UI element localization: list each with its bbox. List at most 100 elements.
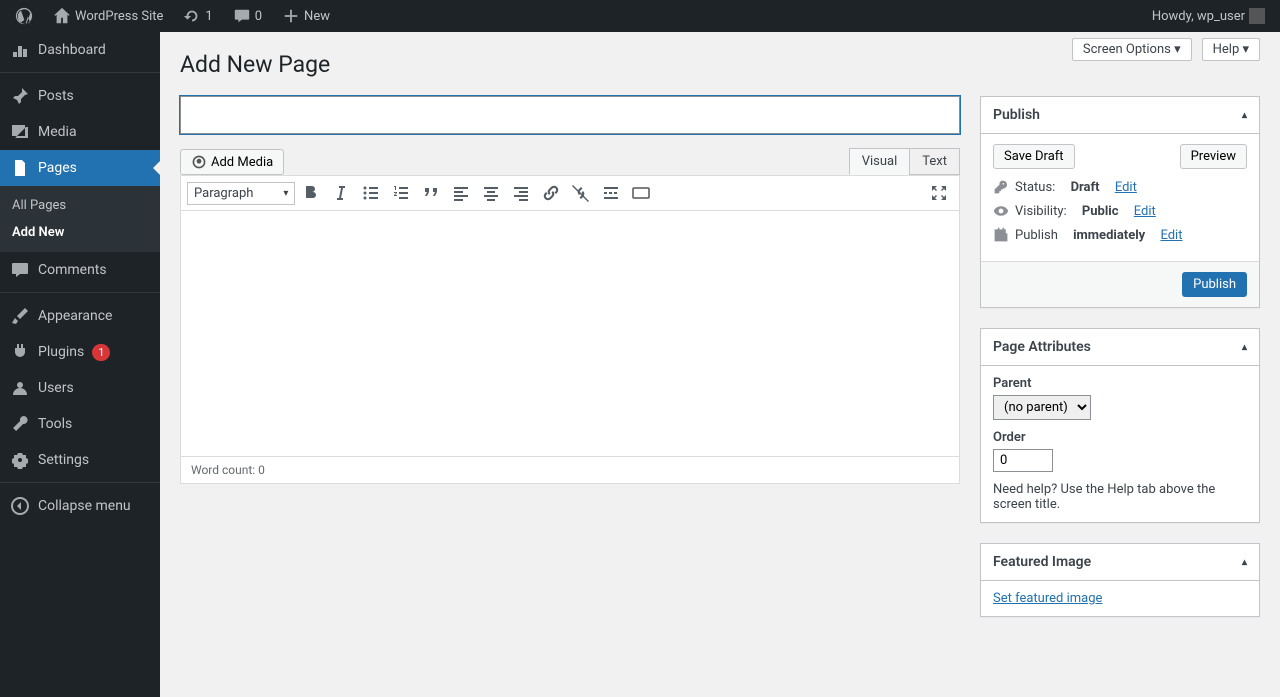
site-link[interactable]: WordPress Site xyxy=(46,0,170,32)
read-more-button[interactable] xyxy=(597,179,625,207)
page-title-input[interactable] xyxy=(180,96,960,134)
page-attributes-metabox: Page Attributes▴ Parent (no parent) Orde… xyxy=(980,328,1260,523)
plugins-badge: 1 xyxy=(92,344,110,361)
screen-options-tab[interactable]: Screen Options ▾ xyxy=(1072,38,1192,61)
featured-image-metabox: Featured Image▴ Set featured image xyxy=(980,543,1260,617)
fullscreen-icon xyxy=(929,183,949,203)
featured-image-header[interactable]: Featured Image▴ xyxy=(981,544,1259,581)
tools-icon xyxy=(10,414,30,434)
menu-tools[interactable]: Tools xyxy=(0,406,160,442)
help-tab[interactable]: Help ▾ xyxy=(1202,38,1260,61)
collapse-menu[interactable]: Collapse menu xyxy=(0,488,160,524)
italic-button[interactable] xyxy=(327,179,355,207)
menu-settings[interactable]: Settings xyxy=(0,442,160,478)
menu-pages[interactable]: Pages xyxy=(0,150,160,186)
admin-sidebar: Dashboard Posts Media Pages All Pages Ad… xyxy=(0,32,160,697)
link-button[interactable] xyxy=(537,179,565,207)
schedule-line: Publish immediately Edit xyxy=(993,227,1247,243)
media-icon xyxy=(191,154,207,170)
number-list-button[interactable] xyxy=(387,179,415,207)
menu-posts[interactable]: Posts xyxy=(0,78,160,114)
key-icon xyxy=(993,179,1009,195)
order-label: Order xyxy=(993,430,1247,445)
set-featured-image-link[interactable]: Set featured image xyxy=(993,591,1102,606)
align-right-icon xyxy=(511,183,531,203)
publish-button[interactable]: Publish xyxy=(1182,272,1247,297)
update-icon xyxy=(183,7,201,25)
menu-users[interactable]: Users xyxy=(0,370,160,406)
parent-select[interactable]: (no parent) xyxy=(993,395,1091,420)
editor-textarea[interactable] xyxy=(181,211,959,456)
word-count: Word count: 0 xyxy=(181,456,959,483)
menu-dashboard[interactable]: Dashboard xyxy=(0,32,160,68)
plus-icon xyxy=(282,7,300,25)
read-more-icon xyxy=(601,183,621,203)
submenu-add-new[interactable]: Add New xyxy=(0,219,160,246)
chevron-up-icon: ▴ xyxy=(1242,342,1247,353)
bold-icon xyxy=(301,183,321,203)
menu-plugins[interactable]: Plugins1 xyxy=(0,334,160,370)
edit-visibility-link[interactable]: Edit xyxy=(1134,204,1156,219)
collapse-icon xyxy=(10,496,30,516)
pages-submenu: All Pages Add New xyxy=(0,186,160,252)
page-icon xyxy=(10,158,30,178)
edit-schedule-link[interactable]: Edit xyxy=(1160,228,1182,243)
attributes-help-note: Need help? Use the Help tab above the sc… xyxy=(993,482,1247,512)
settings-icon xyxy=(10,450,30,470)
italic-icon xyxy=(331,183,351,203)
submenu-all-pages[interactable]: All Pages xyxy=(0,192,160,219)
add-media-button[interactable]: Add Media xyxy=(180,149,284,175)
menu-appearance[interactable]: Appearance xyxy=(0,298,160,334)
page-attributes-header[interactable]: Page Attributes▴ xyxy=(981,329,1259,366)
keyboard-icon xyxy=(631,183,651,203)
menu-comments[interactable]: Comments xyxy=(0,252,160,288)
dashboard-icon xyxy=(10,40,30,60)
admin-topbar: WordPress Site 1 0 New Howdy, wp_user xyxy=(0,0,1280,32)
save-draft-button[interactable]: Save Draft xyxy=(993,144,1075,169)
list-ul-icon xyxy=(361,183,381,203)
parent-label: Parent xyxy=(993,376,1247,391)
align-left-icon xyxy=(451,183,471,203)
editor-text-tab[interactable]: Text xyxy=(909,148,960,175)
visibility-line: Visibility: Public Edit xyxy=(993,203,1247,219)
wordpress-icon xyxy=(15,7,33,25)
publish-metabox: Publish▴ Save Draft Preview Status: Draf… xyxy=(980,96,1260,308)
blockquote-button[interactable] xyxy=(417,179,445,207)
chevron-up-icon: ▴ xyxy=(1242,110,1247,121)
toolbar-toggle-button[interactable] xyxy=(627,179,655,207)
wp-logo[interactable] xyxy=(8,0,40,32)
plugin-icon xyxy=(10,342,30,362)
align-center-button[interactable] xyxy=(477,179,505,207)
edit-status-link[interactable]: Edit xyxy=(1115,180,1137,195)
pin-icon xyxy=(10,86,30,106)
users-icon xyxy=(10,378,30,398)
fullscreen-button[interactable] xyxy=(925,179,953,207)
publish-metabox-header[interactable]: Publish▴ xyxy=(981,97,1259,134)
comments-link[interactable]: 0 xyxy=(226,0,269,32)
comment-icon xyxy=(233,7,251,25)
editor-visual-tab[interactable]: Visual xyxy=(849,148,911,175)
new-content-link[interactable]: New xyxy=(275,0,337,32)
align-right-button[interactable] xyxy=(507,179,535,207)
format-select[interactable]: Paragraph▾ xyxy=(187,182,295,205)
eye-icon xyxy=(993,203,1009,219)
user-greeting[interactable]: Howdy, wp_user xyxy=(1145,0,1272,32)
link-icon xyxy=(541,183,561,203)
avatar xyxy=(1249,8,1265,24)
calendar-icon xyxy=(993,227,1009,243)
status-line: Status: Draft Edit xyxy=(993,179,1247,195)
unlink-button[interactable] xyxy=(567,179,595,207)
align-left-button[interactable] xyxy=(447,179,475,207)
quote-icon xyxy=(421,183,441,203)
home-icon xyxy=(53,7,71,25)
menu-media[interactable]: Media xyxy=(0,114,160,150)
bullet-list-button[interactable] xyxy=(357,179,385,207)
media-icon xyxy=(10,122,30,142)
align-center-icon xyxy=(481,183,501,203)
preview-button[interactable]: Preview xyxy=(1180,144,1247,169)
order-input[interactable] xyxy=(993,449,1053,472)
chevron-up-icon: ▴ xyxy=(1242,557,1247,568)
list-ol-icon xyxy=(391,183,411,203)
updates-link[interactable]: 1 xyxy=(176,0,219,32)
bold-button[interactable] xyxy=(297,179,325,207)
